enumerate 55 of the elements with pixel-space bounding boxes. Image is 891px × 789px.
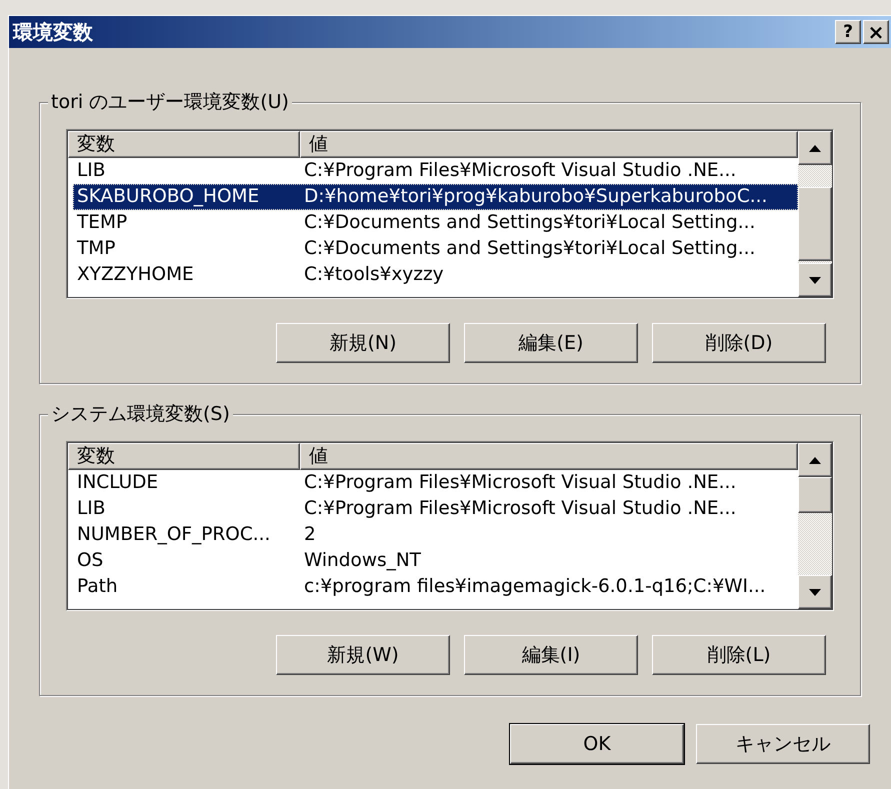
- variable-value: C:¥Program Files¥Microsoft Visual Studio .NE...: [303, 471, 736, 496]
- variable-value: 2: [303, 523, 316, 548]
- variable-row[interactable]: LIB C:¥Program Files¥Microsoft Visual Studio .NE...: [73, 158, 798, 184]
- variable-value: C:¥Program Files¥Microsoft Visual Studio .NE...: [303, 497, 736, 522]
- action-button[interactable]: 新規(W): [276, 635, 450, 675]
- close-button[interactable]: ×: [863, 20, 889, 44]
- variable-value: Windows_NT: [303, 549, 421, 574]
- help-button[interactable]: ?: [835, 20, 861, 44]
- variable-name: TEMP: [76, 211, 128, 236]
- action-button[interactable]: 新規(N): [276, 323, 450, 363]
- variable-row[interactable]: TMP C:¥Documents and Settings¥tori¥Local Setting...: [73, 236, 798, 262]
- variable-name: XYZZYHOME: [76, 263, 195, 288]
- scroll-thumb[interactable]: [798, 477, 832, 513]
- down-arrow-icon: [809, 588, 821, 596]
- variable-name: TMP: [76, 237, 116, 262]
- dialog-button[interactable]: キャンセル: [696, 724, 870, 764]
- scroll-thumb[interactable]: [798, 187, 832, 261]
- scroll-up-button[interactable]: [798, 131, 832, 165]
- variable-value: C:¥Documents and Settings¥tori¥Local Setting...: [303, 237, 756, 262]
- dialog-button[interactable]: OK: [510, 724, 684, 764]
- variable-name: INCLUDE: [76, 471, 160, 496]
- window-title: 環境変数: [13, 19, 93, 46]
- variable-value: C:¥Program Files¥Microsoft Visual Studio .NE...: [303, 159, 736, 184]
- variable-row[interactable]: NUMBER_OF_PROC... 2: [73, 522, 798, 548]
- variable-row[interactable]: LIB C:¥Program Files¥Microsoft Visual Studio .NE...: [73, 496, 798, 522]
- variable-name: LIB: [76, 497, 106, 522]
- column-header[interactable]: 値: [300, 131, 798, 158]
- variable-row[interactable]: TEMP C:¥Documents and Settings¥tori¥Local Setting...: [73, 210, 798, 236]
- variable-value: C:¥Documents and Settings¥tori¥Local Setting...: [303, 211, 756, 236]
- variable-value: c:¥program files¥imagemagick-6.0.1-q16;C:¥WI...: [303, 575, 766, 600]
- variable-row[interactable]: SKABUROBO_HOME D:¥home¥tori¥prog¥kaburobo¥SuperkaburoboC...: [73, 184, 798, 210]
- column-header[interactable]: 変数: [68, 131, 300, 158]
- variable-name: NUMBER_OF_PROC...: [76, 523, 272, 548]
- variable-name: Path: [76, 575, 119, 600]
- variable-row[interactable]: OS Windows_NT: [73, 548, 798, 574]
- action-button[interactable]: 編集(I): [464, 635, 638, 675]
- column-header[interactable]: 変数: [68, 443, 300, 470]
- variable-value: C:¥tools¥xyzzy: [303, 263, 444, 288]
- action-button[interactable]: 編集(E): [464, 323, 638, 363]
- variable-name: SKABUROBO_HOME: [76, 185, 260, 210]
- action-button[interactable]: 削除(D): [652, 323, 826, 363]
- variable-name: LIB: [76, 159, 106, 184]
- variable-row[interactable]: INCLUDE C:¥Program Files¥Microsoft Visual Studio .NE...: [73, 470, 798, 496]
- scroll-up-button[interactable]: [798, 443, 832, 477]
- scroll-down-button[interactable]: [798, 575, 832, 609]
- down-arrow-icon: [809, 276, 821, 284]
- action-button[interactable]: 削除(L): [652, 635, 826, 675]
- variable-row[interactable]: XYZZYHOME C:¥tools¥xyzzy: [73, 262, 798, 288]
- variable-row[interactable]: Path c:¥program files¥imagemagick-6.0.1-q16;C:¥WI...: [73, 574, 798, 600]
- up-arrow-icon: [809, 456, 821, 464]
- variable-value: D:¥home¥tori¥prog¥kaburobo¥SuperkaburoboC...: [303, 185, 768, 210]
- column-header[interactable]: 値: [300, 443, 798, 470]
- scroll-down-button[interactable]: [798, 263, 832, 297]
- up-arrow-icon: [809, 144, 821, 152]
- variable-name: OS: [76, 549, 104, 574]
